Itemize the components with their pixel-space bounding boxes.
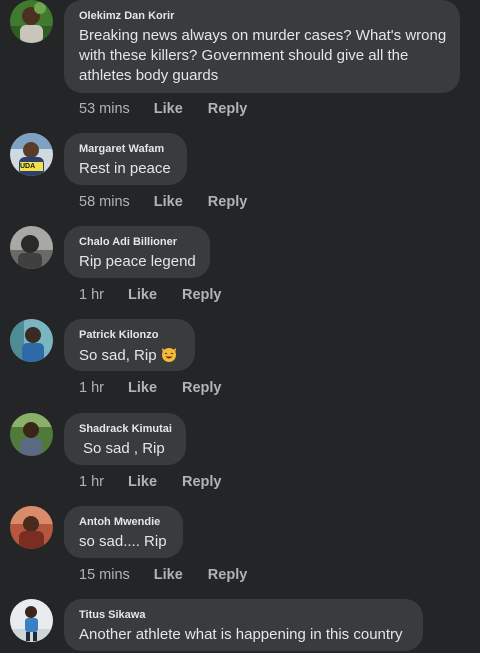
comment-bubble: Titus Sikawa Another athlete what is hap… xyxy=(64,599,423,651)
comment-actions: 1 hr Like Reply xyxy=(79,473,222,491)
comment-actions: 53 mins Like Reply xyxy=(79,100,247,118)
like-button[interactable]: Like xyxy=(154,566,183,584)
comment-text: So sad , Rip xyxy=(83,440,165,457)
avatar[interactable] xyxy=(10,506,53,549)
comment-text: Another athlete what is happening in thi… xyxy=(79,626,403,643)
reply-button[interactable]: Reply xyxy=(208,566,248,584)
comment-bubble: Antoh Mwendie so sad.... Rip xyxy=(64,506,183,558)
comment-bubble: Chalo Adi Billioner Rip peace legend xyxy=(64,226,210,278)
reply-button[interactable]: Reply xyxy=(182,286,222,304)
comment-author[interactable]: Chalo Adi Billioner xyxy=(79,235,194,249)
comment-timestamp[interactable]: 1 hr xyxy=(79,473,104,491)
comment-timestamp[interactable]: 15 mins xyxy=(79,566,130,584)
comment-text: so sad.... Rip xyxy=(79,533,167,550)
reply-button[interactable]: Reply xyxy=(182,379,222,397)
comment-bubble: Margaret Wafam Rest in peace xyxy=(64,133,187,185)
comment-text-line: athletes body guards xyxy=(79,67,219,84)
comment-text: So sad, Rip xyxy=(79,345,179,366)
avatar-badge: UDA xyxy=(20,163,36,170)
comment-text: Rip peace legend xyxy=(79,253,196,270)
comment-actions: 1 hr Like Reply xyxy=(79,379,222,397)
reply-button[interactable]: Reply xyxy=(208,100,248,118)
comment-timestamp[interactable]: 53 mins xyxy=(79,100,130,118)
reply-button[interactable]: Reply xyxy=(182,473,222,491)
comment-actions: 1 hr Like Reply xyxy=(79,286,222,304)
comment-text-content: So sad, Rip xyxy=(79,347,157,364)
profile-photo-icon xyxy=(10,413,53,456)
like-button[interactable]: Like xyxy=(128,379,157,397)
comment-text: Rest in peace xyxy=(79,160,171,177)
comment-author[interactable]: Antoh Mwendie xyxy=(79,515,167,529)
comment-text-line: with these killers? Government should gi… xyxy=(79,47,409,64)
comment-author[interactable]: Patrick Kilonzo xyxy=(79,328,179,342)
comment-text: Breaking news always on murder cases? Wh… xyxy=(79,26,447,86)
avatar[interactable]: UDA xyxy=(10,133,53,176)
comment-author[interactable]: Shadrack Kimutai xyxy=(79,422,172,436)
like-button[interactable]: Like xyxy=(128,473,157,491)
avatar[interactable] xyxy=(10,0,53,43)
comment-timestamp[interactable]: 58 mins xyxy=(79,193,130,211)
profile-photo-icon xyxy=(10,319,53,362)
comment-timestamp[interactable]: 1 hr xyxy=(79,286,104,304)
comment-actions: 15 mins Like Reply xyxy=(79,566,247,584)
like-button[interactable]: Like xyxy=(154,193,183,211)
profile-photo-icon xyxy=(10,226,53,269)
comment-author[interactable]: Titus Sikawa xyxy=(79,608,407,622)
comment-author[interactable]: Olekimz Dan Korir xyxy=(79,9,444,23)
comment-bubble: Patrick Kilonzo So sad, Rip xyxy=(64,319,195,371)
comment-bubble: Olekimz Dan Korir Breaking news always o… xyxy=(64,0,460,93)
reply-button[interactable]: Reply xyxy=(208,193,248,211)
like-button[interactable]: Like xyxy=(154,100,183,118)
comment-bubble: Shadrack Kimutai So sad , Rip xyxy=(64,413,186,465)
avatar[interactable] xyxy=(10,319,53,362)
like-button[interactable]: Like xyxy=(128,286,157,304)
avatar[interactable] xyxy=(10,413,53,456)
smiling-cat-icon xyxy=(161,348,176,362)
comment-timestamp[interactable]: 1 hr xyxy=(79,379,104,397)
avatar[interactable] xyxy=(10,226,53,269)
comment-text-line: Breaking news always on murder cases? Wh… xyxy=(79,27,447,44)
avatar[interactable] xyxy=(10,599,53,642)
comment-author[interactable]: Margaret Wafam xyxy=(79,142,171,156)
comment-actions: 58 mins Like Reply xyxy=(79,193,247,211)
profile-photo-icon xyxy=(10,506,53,549)
profile-photo-icon xyxy=(10,0,53,43)
profile-photo-icon xyxy=(10,599,53,642)
